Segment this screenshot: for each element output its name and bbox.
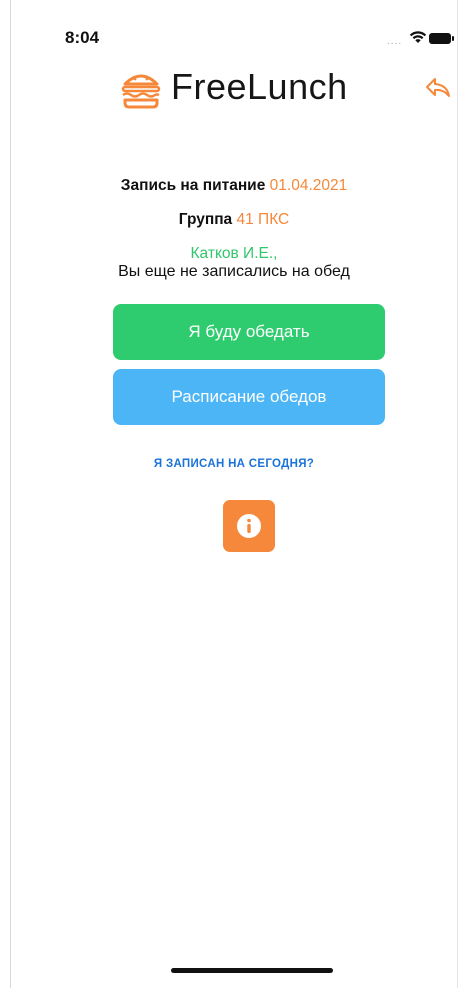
burger-icon — [119, 67, 163, 116]
status-bar: 8:04 .... — [11, 22, 457, 52]
enrollment-label: Запись на питание — [120, 177, 266, 194]
phone-screen: 8:04 .... FreeLunch Запись на питание 01… — [10, 0, 458, 988]
battery-icon — [429, 33, 454, 44]
group-value: 41 ПКС — [236, 211, 290, 228]
lunch-button[interactable]: Я буду обедать — [113, 304, 385, 360]
enrollment-line: Запись на питание 01.04.2021 — [11, 176, 457, 196]
schedule-button[interactable]: Расписание обедов — [113, 369, 385, 425]
student-name: Катков И.Е., — [190, 245, 278, 262]
app-header: FreeLunch — [11, 60, 457, 120]
group-line: Группа 41 ПКС — [11, 210, 457, 230]
info-icon — [237, 514, 261, 538]
today-link[interactable]: Я ЗАПИСАН НА СЕГОДНЯ? — [11, 458, 457, 470]
status-time: 8:04 — [65, 28, 100, 47]
back-arrow-icon[interactable] — [425, 77, 451, 104]
group-label: Группа — [178, 211, 233, 228]
enrollment-date: 01.04.2021 — [269, 177, 348, 194]
signal-icon: .... — [387, 36, 403, 47]
app-title: FreeLunch — [171, 66, 348, 107]
status-message: Вы еще не записались на обед — [118, 263, 350, 280]
wifi-icon — [409, 30, 427, 49]
info-button[interactable] — [223, 500, 275, 552]
home-indicator[interactable] — [171, 968, 333, 973]
